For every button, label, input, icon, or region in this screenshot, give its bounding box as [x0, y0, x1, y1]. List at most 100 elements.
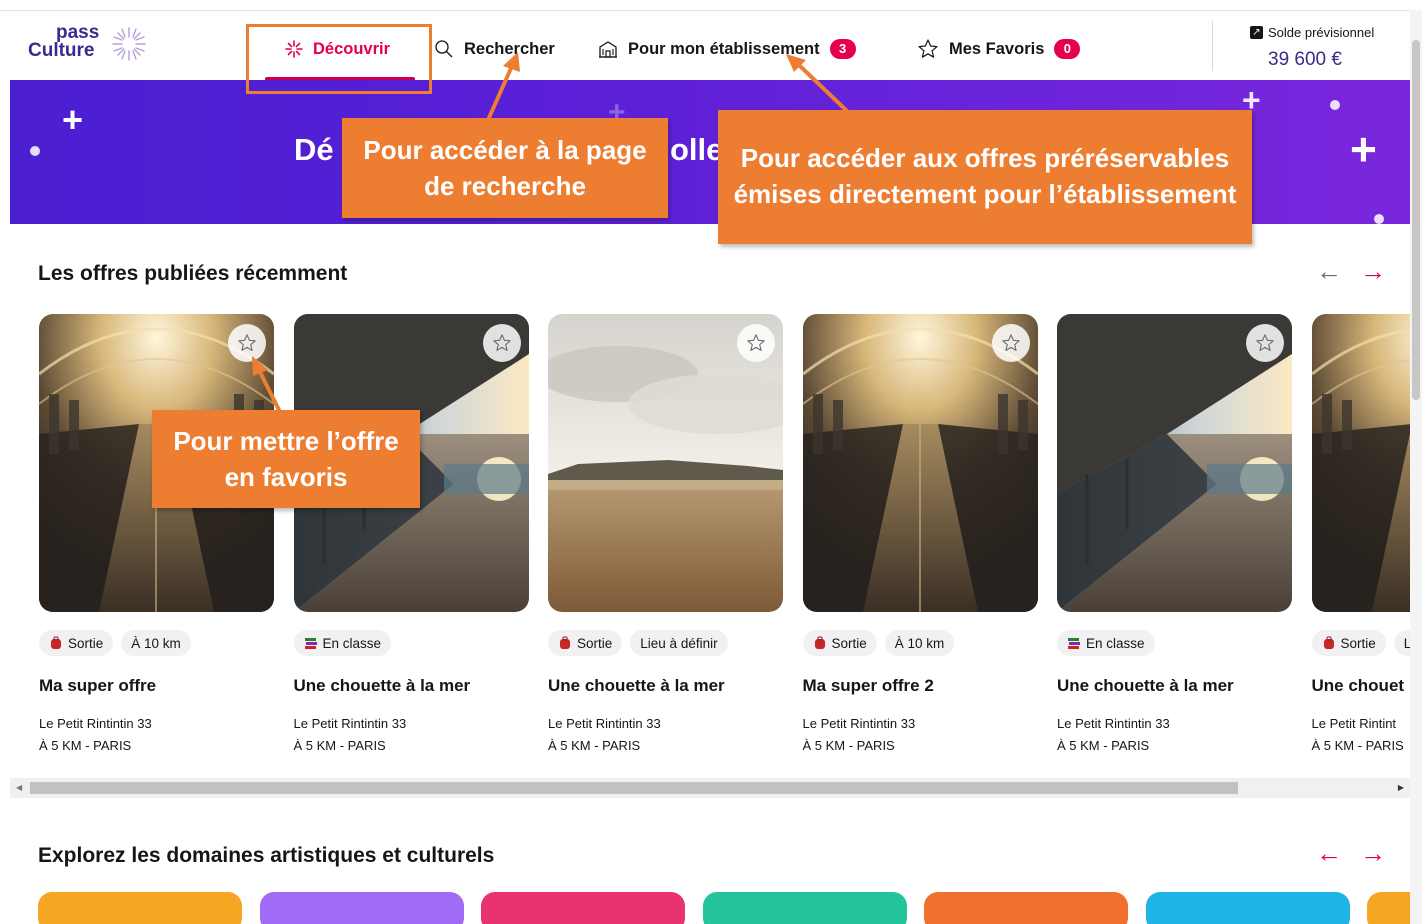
offer-venue: Le Petit Rintint — [1311, 716, 1397, 731]
offer-title[interactable]: Une chouette à la mer — [1057, 676, 1234, 696]
offer-tag-label: À 10 km — [894, 635, 945, 651]
dot-decoration — [1330, 100, 1340, 110]
offer-tag: Sortie — [1311, 630, 1386, 656]
offer-venue: Le Petit Rintintin 33 — [548, 716, 661, 731]
offer-tags: Sortie À 10 km — [39, 630, 191, 656]
offer-title[interactable]: Une chouet — [1312, 676, 1405, 696]
domains-title: Explorez les domaines artistiques et cul… — [38, 844, 495, 867]
books-icon — [1068, 638, 1080, 649]
offer-tag-label: En classe — [1086, 635, 1145, 651]
nav-etablissement-label: Pour mon établissement — [628, 39, 820, 58]
favoris-count-badge: 0 — [1054, 39, 1081, 59]
offer-title[interactable]: Ma super offre — [39, 676, 156, 696]
offer-image[interactable] — [548, 314, 783, 612]
annotation-establishment: Pour accéder aux offres préréservables é… — [718, 110, 1252, 244]
offer-location: À 5 KM - PARIS — [39, 738, 132, 753]
offer-title[interactable]: Une chouette à la mer — [548, 676, 725, 696]
domains-next-arrow-icon[interactable]: → — [1360, 840, 1386, 866]
offer-image[interactable] — [1311, 314, 1422, 612]
offer-tag-label: Lieu à définir — [640, 635, 718, 651]
offer-tag: Sortie — [548, 630, 623, 656]
annotation-highlight-frame — [246, 24, 432, 94]
add-to-favorites-button[interactable] — [1246, 324, 1284, 362]
scroll-right-icon[interactable]: ▶ — [1398, 783, 1404, 792]
add-to-favorites-button[interactable] — [228, 324, 266, 362]
offer-title[interactable]: Une chouette à la mer — [294, 676, 471, 696]
etablissement-count-badge: 3 — [829, 39, 856, 59]
offer-venue: Le Petit Rintintin 33 — [39, 716, 152, 731]
domain-tile[interactable] — [1145, 892, 1350, 924]
offer-tag: À 10 km — [884, 630, 955, 656]
solde-label[interactable]: ↗ Solde prévisionnel — [1250, 25, 1374, 40]
domain-tile[interactable] — [259, 892, 464, 924]
offer-tag-label: Sortie — [1340, 635, 1376, 651]
banner-title-right: olle — [670, 132, 724, 167]
offer-location: À 5 KM - PARIS — [802, 738, 895, 753]
backpack-icon — [560, 636, 570, 649]
offer-card[interactable]: En classe Une chouette à la mer Le Petit R… — [293, 314, 529, 754]
star-outline-icon — [747, 334, 765, 351]
search-icon — [435, 40, 453, 58]
offer-tags: Sortie Lieu à définir — [548, 630, 728, 656]
offer-image[interactable] — [1057, 314, 1292, 612]
scroll-left-icon[interactable]: ◀ — [16, 783, 22, 792]
dot-decoration — [30, 146, 40, 156]
nav-rechercher[interactable]: Rechercher — [434, 37, 555, 61]
horizontal-scroll-thumb[interactable] — [30, 782, 1238, 794]
offer-card[interactable]: En classe Une chouette à la mer Le Petit R… — [1057, 314, 1292, 754]
offer-location: À 5 KM - PARIS — [1057, 738, 1150, 753]
vertical-scrollbar[interactable] — [1410, 10, 1422, 924]
star-outline-icon — [492, 334, 511, 351]
offer-location: À 5 KM - PARIS — [293, 738, 386, 753]
offer-location: À 5 KM - PARIS — [1311, 738, 1404, 753]
horizontal-scrollbar[interactable]: ◀ ▶ — [10, 778, 1410, 798]
pass-culture-logo[interactable]: pass Culture — [28, 23, 158, 67]
offer-tag-label: Sortie — [831, 635, 867, 651]
offer-tag: En classe — [1057, 630, 1155, 656]
offer-tag: Lieu à définir — [630, 630, 728, 656]
dot-decoration — [1374, 214, 1384, 224]
offer-venue: Le Petit Rintintin 33 — [1057, 716, 1170, 731]
annotation-favorite: Pour mettre l’offre en favoris — [152, 410, 420, 508]
nav-mes-favoris[interactable]: Mes Favoris 0 — [917, 37, 1081, 61]
carousel-next-arrow-icon[interactable]: → — [1360, 258, 1386, 284]
offer-tag-label: Sortie — [68, 635, 104, 651]
offer-card[interactable]: Sortie À 10 km Ma super offre Le Petit Rint… — [39, 314, 274, 754]
header-separator — [1212, 21, 1213, 71]
nav-favoris-label: Mes Favoris — [949, 39, 1045, 58]
offer-tag-label: À 10 km — [131, 635, 181, 651]
offer-tag: Sortie — [39, 630, 114, 656]
domain-tile[interactable] — [702, 892, 907, 924]
plus-decoration-icon: + — [62, 99, 84, 140]
school-icon — [599, 41, 617, 58]
carousel-prev-arrow-icon[interactable]: ← — [1316, 258, 1342, 284]
recent-offers-title: Les offres publiées récemment — [38, 262, 348, 285]
top-header: pass Culture Découvrir Rechercher Pour m… — [0, 10, 1410, 81]
offer-card[interactable]: Sortie L Une chouet Le Petit Rintint À 5 KM … — [1311, 314, 1422, 754]
nav-pour-mon-etablissement[interactable]: Pour mon établissement 3 — [598, 37, 856, 61]
domain-tile[interactable] — [38, 892, 242, 924]
books-icon — [304, 638, 317, 649]
add-to-favorites-button[interactable] — [737, 324, 775, 362]
backpack-icon — [1323, 636, 1334, 649]
offer-location: À 5 KM - PARIS — [548, 738, 641, 753]
domain-tile[interactable] — [924, 892, 1128, 924]
offer-image[interactable] — [802, 314, 1038, 612]
star-outline-icon — [1001, 334, 1020, 351]
domains-prev-arrow-icon[interactable]: ← — [1316, 840, 1342, 866]
offer-card[interactable]: Sortie Lieu à définir Une chouette à la me… — [548, 314, 783, 754]
offer-tag: Sortie — [802, 630, 877, 656]
page: pass Culture Découvrir Rechercher Pour m… — [0, 0, 1422, 924]
star-outline-icon — [238, 334, 256, 351]
offer-tags: Sortie L — [1311, 630, 1422, 656]
add-to-favorites-button[interactable] — [482, 324, 521, 362]
offer-title[interactable]: Ma super offre 2 — [803, 676, 934, 696]
logo-culture-text: Culture — [28, 40, 95, 61]
solde-label-text: Solde prévisionnel — [1268, 25, 1375, 40]
offer-venue: Le Petit Rintintin 33 — [293, 716, 407, 731]
offer-card[interactable]: Sortie À 10 km Ma super offre 2 Le Petit Ri… — [802, 314, 1038, 754]
domain-tile[interactable] — [481, 892, 685, 924]
vertical-scroll-thumb[interactable] — [1412, 40, 1420, 400]
add-to-favorites-button[interactable] — [991, 324, 1030, 362]
annotation-search: Pour accéder à la page de recherche — [342, 118, 668, 218]
